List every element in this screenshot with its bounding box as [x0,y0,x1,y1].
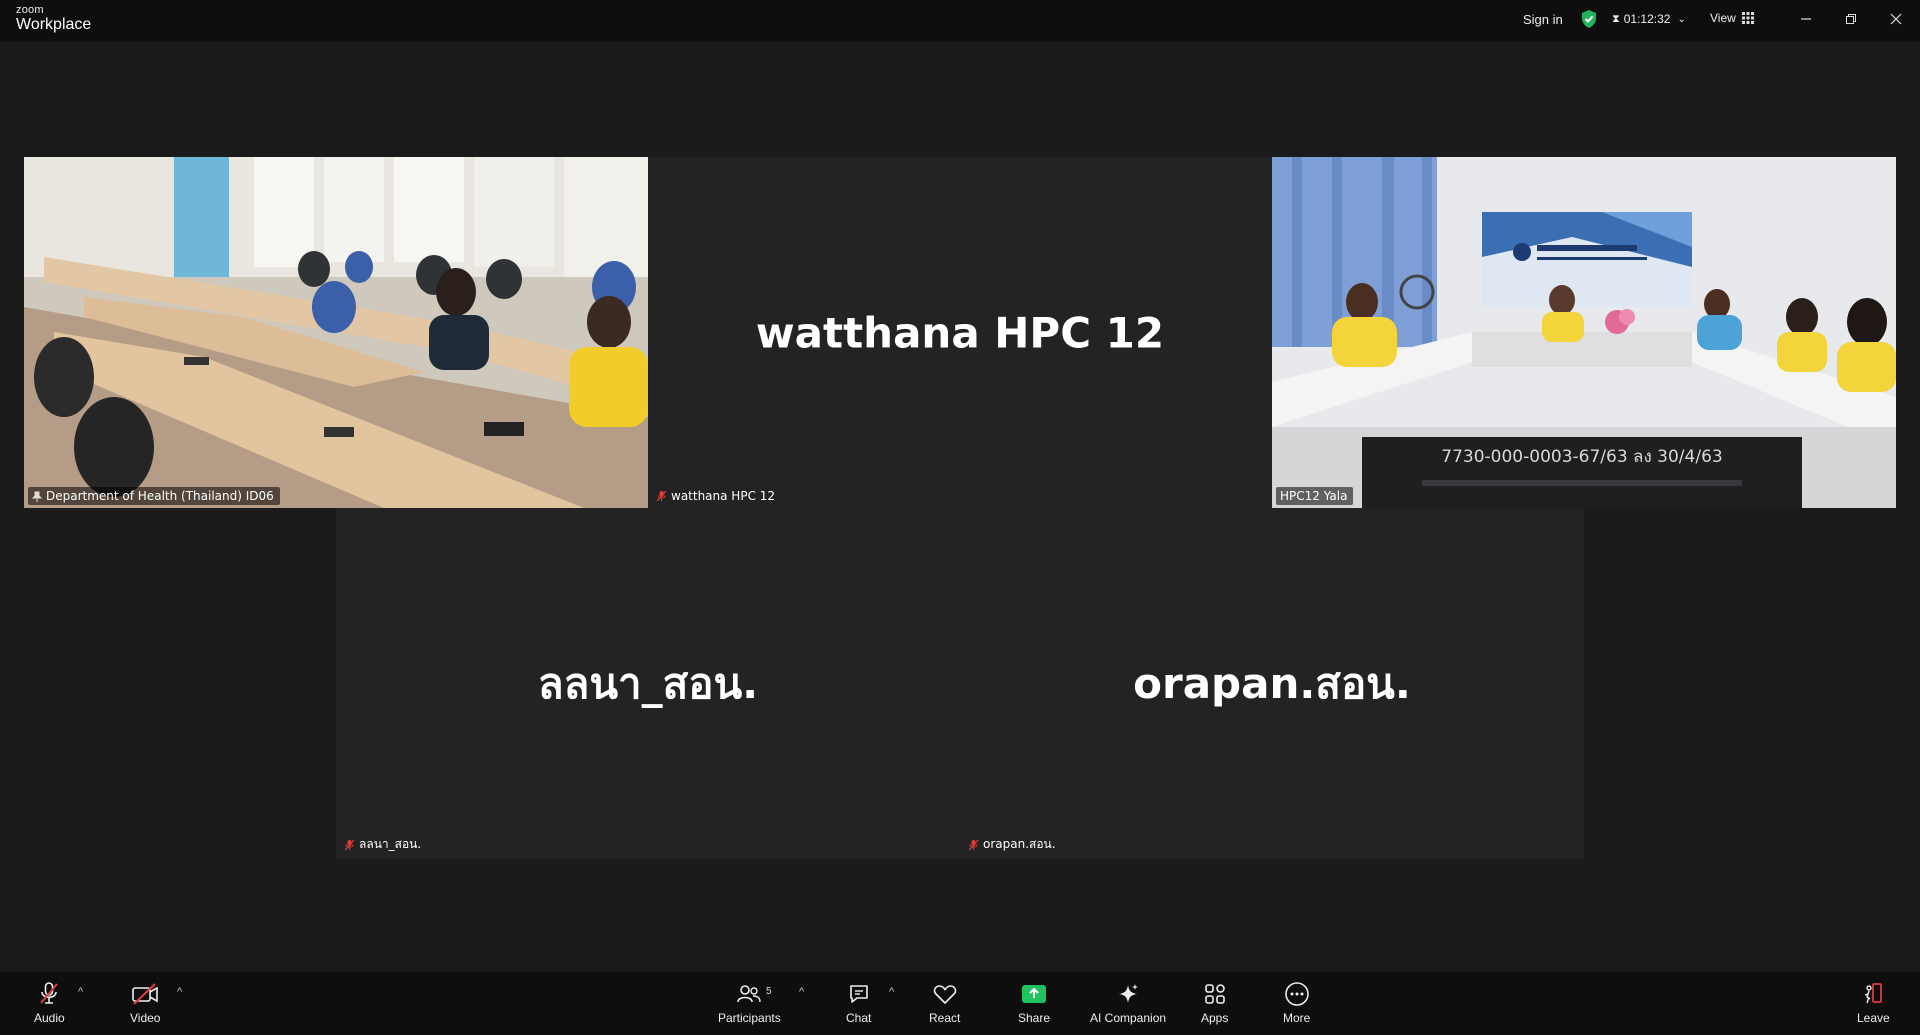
mic-muted-icon [344,839,355,851]
pin-icon [32,491,42,502]
restore-icon[interactable] [1840,8,1862,30]
participant-name: HPC12 Yala [1280,489,1348,503]
apps-icon [1203,980,1227,1008]
meeting-room-video: 7730-000-0003-67/63 ลง 30/4/63 [1272,157,1896,508]
logo-workplace-text: Workplace [16,16,92,33]
chat-options-caret-icon[interactable]: ^ [889,986,894,998]
video-button[interactable]: Video [130,980,160,1025]
chat-button[interactable]: Chat [846,980,871,1025]
close-icon[interactable] [1885,8,1907,30]
view-button[interactable]: View [1710,11,1754,25]
chat-label: Chat [846,1011,872,1025]
mic-muted-icon [968,839,979,851]
more-label: More [1283,1011,1311,1025]
sparkle-icon [1116,980,1140,1008]
video-options-caret-icon[interactable]: ^ [177,986,182,998]
participant-name: watthana HPC 12 [671,489,776,503]
more-icon [1284,980,1310,1008]
chevron-down-icon: ⌄ [1677,13,1686,25]
meeting-timer[interactable]: ⧗ 01:12:32 ⌄ [1612,12,1686,26]
participant-name-tag: watthana HPC 12 [652,487,781,505]
share-screen-icon [1021,980,1047,1008]
participants-count-badge: 5 [766,986,772,997]
share-label: Share [1018,1011,1051,1025]
participants-options-caret-icon[interactable]: ^ [799,986,804,998]
ai-companion-button[interactable]: AI Companion [1090,980,1166,1025]
participants-label: Participants [718,1011,781,1025]
apps-button[interactable]: Apps [1201,980,1228,1025]
participant-name: orapan.สอน. [983,837,1056,851]
participant-display-name: ลลนา_สอน. [537,658,759,708]
monitor-label-text: 7730-000-0003-67/63 ลง 30/4/63 [1441,447,1722,467]
participant-name-tag: orapan.สอน. [964,833,1062,856]
logo-zoom-text: zoom [16,4,44,16]
leave-door-icon [1861,980,1885,1008]
leave-label: Leave [1857,1011,1890,1025]
more-button[interactable]: More [1283,980,1310,1025]
ai-companion-label: AI Companion [1090,1011,1167,1025]
participant-name-tag: Department of Health (Thailand) ID06 [28,487,280,505]
video-tile-department-of-health[interactable]: Department of Health (Thailand) ID06 [24,157,648,508]
grid-icon [1741,12,1754,24]
meeting-toolbar: Audio ^ Video ^ Participants 5 ^ Chat ^ … [0,972,1920,1035]
audio-label: Audio [34,1011,65,1025]
encryption-shield-icon[interactable] [1580,9,1598,29]
share-button[interactable]: Share [1018,980,1050,1025]
minimize-icon[interactable] [1795,8,1817,30]
app-logo: zoom Workplace [16,5,91,33]
participants-icon [736,980,762,1008]
video-label: Video [130,1011,161,1025]
participant-display-name: watthana HPC 12 [755,308,1165,357]
video-tile-watthana[interactable]: watthana HPC 12 watthana HPC 12 [648,157,1272,508]
video-off-icon [131,980,159,1008]
react-label: React [929,1011,961,1025]
sign-in-link[interactable]: Sign in [1523,0,1563,38]
conference-room-video [24,157,648,508]
participant-name: ลลนา_สอน. [359,837,422,851]
view-label: View [1710,11,1736,25]
heart-icon [933,980,957,1008]
video-tile-orapan[interactable]: orapan.สอน. orapan.สอน. [960,508,1584,859]
video-tile-lalana[interactable]: ลลนา_สอน. ลลนา_สอน. [336,508,960,859]
participant-name: Department of Health (Thailand) ID06 [46,489,274,503]
hourglass-icon: ⧗ [1612,12,1620,25]
apps-label: Apps [1201,1011,1229,1025]
timer-text: 01:12:32 [1623,12,1671,26]
participant-name-tag: ลลนา_สอน. [340,833,427,856]
participant-display-name: orapan.สอน. [1133,658,1411,708]
leave-button[interactable]: Leave [1857,980,1890,1025]
video-tile-hpc12-yala[interactable]: 7730-000-0003-67/63 ลง 30/4/63 HPC12 Yal… [1272,157,1896,508]
chat-icon [847,980,871,1008]
title-bar: zoom Workplace Sign in ⧗ 01:12:32 ⌄ View [0,0,1920,42]
mic-muted-icon [656,490,667,502]
mic-muted-icon [37,980,61,1008]
participant-name-tag: HPC12 Yala [1276,487,1354,505]
audio-button[interactable]: Audio [34,980,65,1025]
audio-options-caret-icon[interactable]: ^ [78,986,83,998]
react-button[interactable]: React [929,980,960,1025]
